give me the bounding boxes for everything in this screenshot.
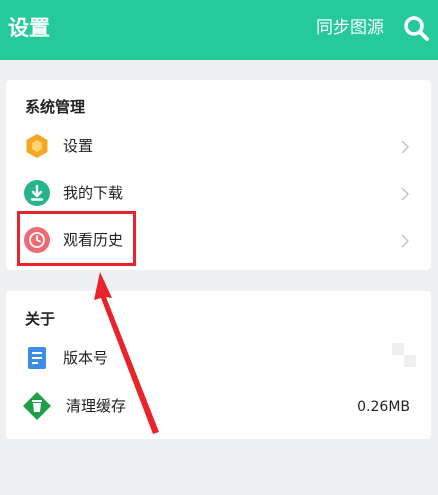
annotation-highlight-box (17, 211, 136, 266)
cache-size-value: 0.26MB (357, 399, 410, 415)
document-icon (28, 347, 46, 369)
chevron-right-icon (401, 140, 410, 154)
section-title-about: 关于 (25, 310, 56, 328)
chevron-right-icon (401, 234, 410, 248)
app-header: 设置 同步图源 (0, 0, 438, 60)
decorative-block (404, 355, 416, 367)
clear-cache-label: 清理缓存 (66, 397, 127, 415)
trash-icon (23, 392, 51, 420)
my-downloads-row[interactable]: 我的下载 (6, 172, 431, 216)
decorative-block (392, 343, 404, 355)
about-card: 关于 版本号 清理缓存 0.26MB (6, 291, 431, 439)
clear-cache-row[interactable]: 清理缓存 0.26MB (6, 385, 431, 429)
download-icon (24, 180, 50, 206)
my-downloads-label: 我的下载 (63, 184, 124, 202)
settings-row[interactable]: 设置 (6, 125, 431, 169)
hexagon-settings-icon (26, 134, 48, 158)
version-label: 版本号 (63, 349, 109, 367)
chevron-right-icon (401, 187, 410, 201)
sync-source-button[interactable]: 同步图源 (316, 14, 384, 42)
version-row[interactable]: 版本号 (6, 337, 431, 381)
section-title-system: 系统管理 (25, 98, 86, 116)
settings-label: 设置 (63, 137, 94, 155)
page-title: 设置 (8, 16, 50, 40)
search-icon[interactable] (402, 14, 430, 42)
